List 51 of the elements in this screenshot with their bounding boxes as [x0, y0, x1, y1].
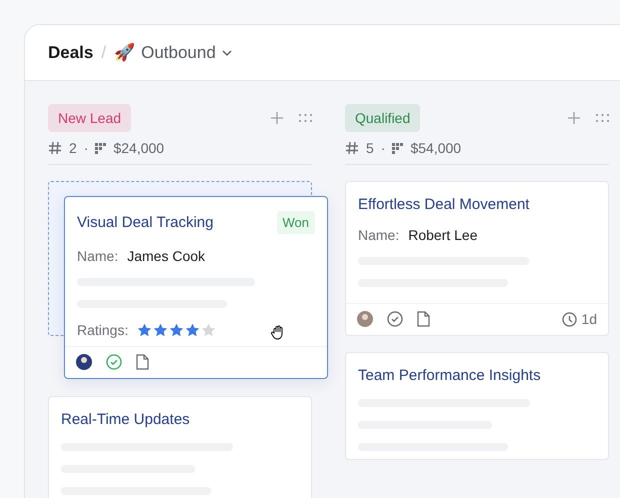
deal-card[interactable]: Real-Time Updates: [48, 396, 312, 498]
field-value: Robert Lee: [408, 227, 478, 243]
stage-tag: New Lead: [48, 104, 132, 132]
deal-count: 5: [366, 140, 374, 156]
more-button[interactable]: [596, 114, 609, 122]
deal-card[interactable]: Team Performance Insights: [345, 352, 609, 460]
drag-handle-icon: [299, 114, 312, 122]
field-value: James Cook: [127, 248, 206, 264]
card-title: Real-Time Updates: [61, 411, 190, 428]
page-title: Deals: [48, 42, 94, 62]
age-text: 1d: [581, 311, 597, 327]
check-circle-icon: [106, 354, 122, 370]
card-title: Team Performance Insights: [358, 367, 541, 384]
card-title: Visual Deal Tracking: [77, 214, 214, 231]
star-icon: [153, 323, 168, 337]
bars-icon: [392, 142, 404, 154]
check-circle-icon: [387, 311, 403, 327]
document-icon: [417, 311, 430, 327]
avatar: [357, 311, 373, 327]
star-icon: [201, 323, 216, 337]
chevron-down-icon: [222, 50, 232, 56]
field-label: Name:: [77, 248, 118, 264]
deal-amount: $54,000: [410, 140, 462, 156]
stage-tag: Qualified: [345, 104, 420, 132]
status-tag: Won: [276, 211, 315, 234]
hash-icon: [345, 141, 359, 155]
star-icon: [185, 323, 200, 337]
bars-icon: [95, 142, 106, 154]
avatar: [76, 354, 92, 370]
plus-icon: [271, 112, 283, 124]
hash-icon: [48, 141, 62, 155]
document-icon: [136, 354, 149, 370]
add-button[interactable]: [271, 112, 283, 124]
deal-card[interactable]: Effortless Deal Movement Name: Robert Lee 1d: [345, 181, 609, 336]
deal-count: 2: [69, 140, 77, 156]
field-label: Ratings:: [77, 322, 128, 338]
star-icon: [169, 323, 184, 337]
separator-dot: ·: [84, 140, 88, 156]
star-icon: [137, 323, 152, 337]
breadcrumb-separator: /: [101, 42, 106, 62]
plus-icon: [568, 112, 580, 124]
clock-icon: [562, 312, 578, 326]
view-selector[interactable]: 🚀 Outbound: [114, 42, 232, 63]
card-title: Effortless Deal Movement: [358, 196, 530, 213]
field-label: Name:: [358, 227, 400, 243]
more-button[interactable]: [299, 114, 312, 122]
deal-card[interactable]: Visual Deal Tracking Won Name: James Cook Ratings:: [64, 196, 328, 379]
separator-dot: ·: [380, 140, 386, 156]
drag-handle-icon: [596, 114, 609, 122]
deal-amount: $24,000: [113, 140, 164, 156]
add-button[interactable]: [568, 112, 580, 124]
